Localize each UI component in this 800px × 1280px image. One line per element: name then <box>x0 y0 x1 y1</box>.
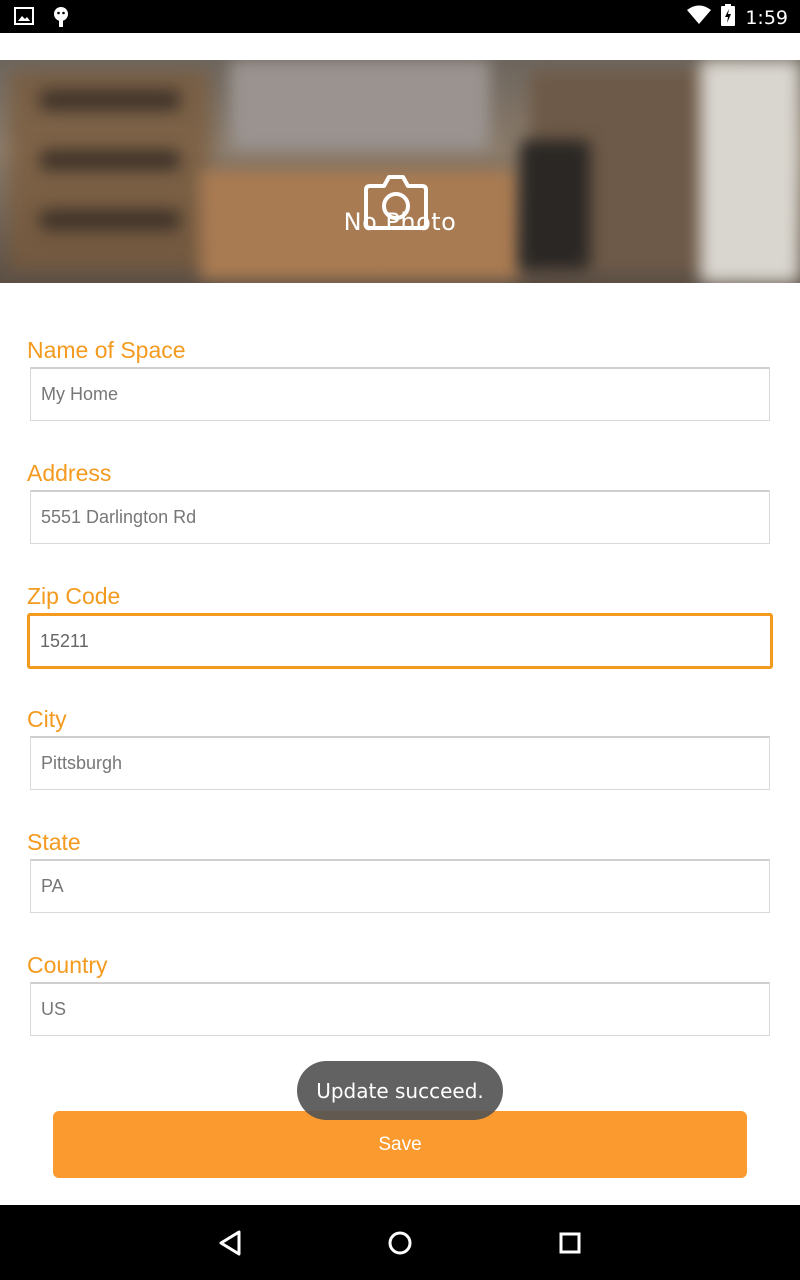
address-field[interactable] <box>30 490 770 544</box>
city-label: City <box>27 706 67 732</box>
recents-icon[interactable] <box>554 1227 586 1259</box>
app-bar <box>0 33 800 60</box>
country-field[interactable] <box>30 982 770 1036</box>
wifi-icon <box>687 5 712 30</box>
state-field[interactable] <box>30 859 770 913</box>
country-input[interactable] <box>31 984 769 1035</box>
android-icon <box>52 5 70 32</box>
city-input[interactable] <box>31 738 769 789</box>
city-field[interactable] <box>30 736 770 790</box>
no-photo-label: No Photo <box>343 208 457 236</box>
address-label: Address <box>27 460 112 486</box>
name-of-space-input[interactable] <box>31 369 769 420</box>
zip-code-label: Zip Code <box>27 583 121 609</box>
toast-message: Update succeed. <box>297 1061 503 1120</box>
state-label: State <box>27 829 81 855</box>
image-icon <box>14 7 34 30</box>
zip-code-field[interactable] <box>27 613 773 669</box>
address-input[interactable] <box>31 492 769 543</box>
status-time: 1:59 <box>745 6 788 29</box>
home-icon[interactable] <box>384 1227 416 1259</box>
back-icon[interactable] <box>214 1227 246 1259</box>
save-button[interactable]: Save <box>53 1111 747 1178</box>
zip-code-input[interactable] <box>30 616 770 666</box>
country-label: Country <box>27 952 108 978</box>
space-photo[interactable]: No Photo <box>0 60 800 283</box>
navigation-bar <box>0 1205 800 1280</box>
battery-charging-icon <box>721 4 736 31</box>
state-input[interactable] <box>31 861 769 912</box>
status-bar: 1:59 <box>0 0 800 33</box>
name-of-space-label: Name of Space <box>27 337 186 363</box>
name-of-space-field[interactable] <box>30 367 770 421</box>
